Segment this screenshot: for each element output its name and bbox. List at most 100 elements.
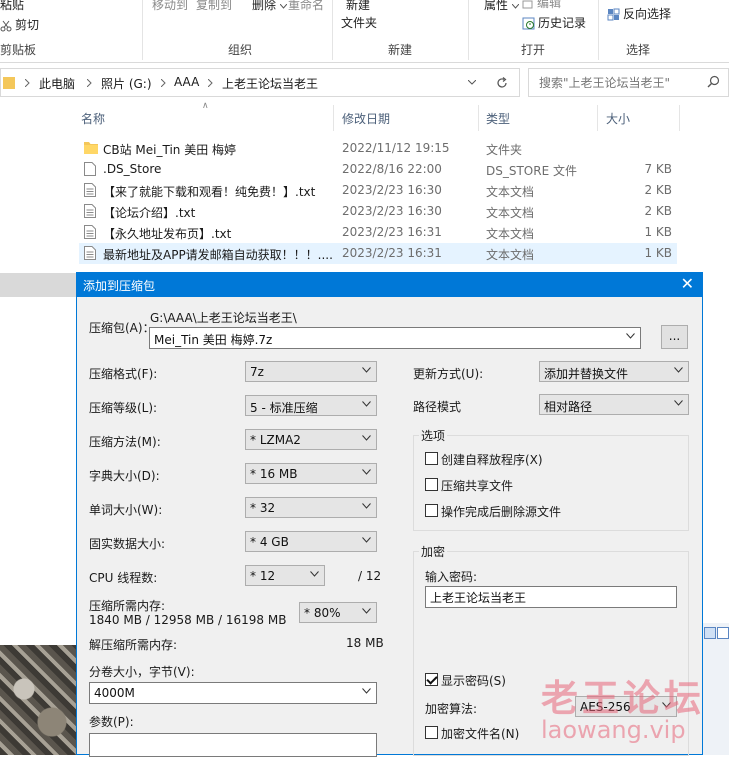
chevron-down-icon (626, 333, 635, 339)
copy-to-button[interactable]: 复制到 (196, 0, 232, 13)
path-mode-select[interactable]: 相对路径 (539, 394, 689, 415)
solid-size-value: * 4 GB (250, 535, 289, 549)
search-box[interactable] (528, 68, 729, 97)
file-type: 文本文档 (486, 206, 535, 220)
column-header-size[interactable]: 大小 (606, 110, 630, 127)
refresh-button[interactable] (484, 68, 520, 97)
list-item[interactable]: 【永久地址发布页】.txt 2023/2/23 16:31 文本文档 1 KB (79, 222, 677, 243)
archive-name-value: Mei_Tin 美田 梅婷.7z (154, 333, 273, 347)
threads-total: / 12 (358, 569, 382, 583)
move-to-button[interactable]: 移动到 (152, 0, 188, 13)
divider (332, 0, 333, 60)
breadcrumb-drive[interactable]: 照片 (G:) (101, 75, 152, 92)
large-icons-view-icon[interactable] (717, 627, 729, 639)
browse-button[interactable]: ... (661, 325, 688, 349)
password-field[interactable] (425, 586, 677, 608)
group-new: 新建 (388, 43, 413, 57)
file-type: DS_STORE 文件 (486, 164, 577, 178)
method-label: 压缩方法(M): (89, 435, 161, 449)
threads-select[interactable]: * 12 (245, 565, 325, 586)
column-header-name[interactable]: 名称 (81, 110, 105, 127)
list-item[interactable]: CB站 Mei_Tin 美田 梅婷 2022/11/12 19:15 文件夹 (79, 138, 677, 159)
new-folder-button[interactable]: 文件夹 (341, 14, 377, 31)
chevron-down-icon (362, 503, 371, 509)
breadcrumb-aaa[interactable]: AAA (174, 75, 199, 89)
memory-percent-select[interactable]: * 80% (299, 602, 377, 623)
breadcrumb-this-pc[interactable]: 此电脑 (39, 75, 75, 92)
chevron-down-icon (674, 367, 683, 373)
delete-after-label: 操作完成后删除源文件 (441, 505, 562, 519)
chevron-down-icon (362, 367, 371, 373)
file-size: 2 KB (644, 183, 672, 197)
close-icon[interactable]: ✕ (681, 274, 694, 294)
file-name: .DS_Store (103, 162, 162, 176)
file-date: 2023/2/23 16:31 (342, 225, 442, 239)
paste-button[interactable]: 粘贴 (0, 0, 24, 13)
address-bar[interactable]: 此电脑 照片 (G:) AAA 上老王论坛当老王 (0, 68, 520, 97)
file-date: 2023/2/23 16:30 (342, 204, 442, 218)
chevron-down-icon (362, 469, 371, 475)
show-password-checkbox[interactable] (425, 673, 438, 686)
nav-pane-selected-item[interactable] (0, 273, 76, 297)
format-value: 7z (250, 365, 264, 379)
properties-button[interactable]: 属性 (484, 0, 520, 13)
sfx-checkbox[interactable] (425, 452, 438, 465)
file-date: 2022/8/16 22:00 (342, 162, 442, 176)
history-button[interactable]: 历史记录 (522, 14, 586, 31)
file-type: 文本文档 (486, 185, 535, 199)
cut-button[interactable]: 剪切 (0, 16, 39, 33)
delete-after-checkbox[interactable] (425, 504, 438, 517)
invert-selection-button[interactable]: 反向选择 (607, 5, 671, 22)
dialog-titlebar[interactable]: 添加到压缩包 ✕ (77, 273, 702, 297)
shared-files-checkbox[interactable] (425, 478, 438, 491)
search-input[interactable] (537, 69, 707, 96)
text-file-icon (84, 246, 96, 260)
chevron-down-icon (362, 435, 371, 441)
split-label: 分卷大小，字节(V): (89, 665, 195, 679)
column-header-date[interactable]: 修改日期 (342, 110, 390, 127)
options-group-title: 选项 (419, 427, 448, 444)
edit-button[interactable]: 编辑 (522, 0, 561, 11)
list-item-selected[interactable]: 最新地址及APP请发邮箱自动获取！！！.... 2023/2/23 16:31 … (79, 243, 677, 264)
format-select[interactable]: 7z (245, 361, 377, 382)
password-input[interactable] (426, 587, 676, 607)
file-name: CB站 Mei_Tin 美田 梅婷 (103, 143, 237, 157)
level-select[interactable]: 5 - 标准压缩 (245, 395, 377, 416)
history-icon (522, 17, 535, 30)
breadcrumb-current[interactable]: 上老王论坛当老王 (222, 75, 318, 92)
chevron-right-icon (161, 79, 166, 87)
rename-button[interactable]: 重命名 (288, 0, 324, 13)
list-item[interactable]: 【论坛介绍】.txt 2023/2/23 16:30 文本文档 2 KB (79, 201, 677, 222)
encrypt-names-checkbox[interactable] (425, 726, 438, 739)
memory-decompress-value: 18 MB (346, 636, 384, 650)
new-item-button[interactable]: 新建 (346, 0, 370, 13)
method-select[interactable]: * LZMA2 (245, 429, 377, 450)
list-item[interactable]: .DS_Store 2022/8/16 22:00 DS_STORE 文件 7 … (79, 159, 677, 180)
split-size-combo[interactable]: 4000M (89, 682, 377, 704)
threads-label: CPU 线程数: (89, 571, 158, 585)
dictionary-select[interactable]: * 16 MB (245, 463, 377, 484)
encryption-method-label: 加密算法: (425, 702, 478, 716)
chevron-right-icon (87, 79, 92, 87)
list-item[interactable]: 【来了就能下载和观看！纯免费！】.txt 2023/2/23 16:30 文本文… (79, 180, 677, 201)
memory-compress-label: 压缩所需内存: (89, 599, 166, 613)
path-mode-label: 路径模式 (413, 400, 462, 414)
word-size-select[interactable]: * 32 (245, 497, 377, 518)
solid-size-select[interactable]: * 4 GB (245, 531, 377, 552)
file-name: 最新地址及APP请发邮箱自动获取！！！.... (103, 248, 333, 262)
watermark-url: laowang.vip (541, 716, 686, 744)
update-mode-label: 更新方式(U): (413, 367, 484, 381)
format-label: 压缩格式(F): (89, 367, 158, 381)
chevron-down-icon[interactable] (468, 80, 476, 85)
parameters-input[interactable] (89, 733, 377, 757)
update-mode-select[interactable]: 添加并替换文件 (539, 361, 689, 382)
column-header-type[interactable]: 类型 (486, 110, 510, 127)
parameters-label: 参数(P): (89, 715, 134, 729)
delete-button[interactable]: 删除 (252, 0, 288, 13)
text-file-icon (84, 204, 96, 218)
archive-name-combo[interactable]: Mei_Tin 美田 梅婷.7z (149, 327, 641, 349)
file-size: 2 KB (644, 204, 672, 218)
details-view-icon[interactable] (704, 627, 716, 639)
scissors-icon (0, 20, 12, 31)
search-icon (707, 75, 720, 88)
